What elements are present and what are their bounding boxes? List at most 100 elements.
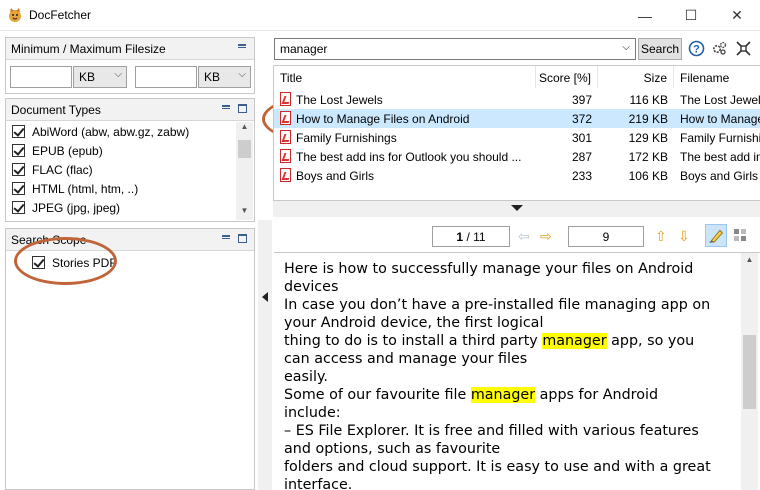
- pdf-file-icon: [280, 130, 291, 144]
- preview-scrollbar[interactable]: ▲: [741, 253, 758, 490]
- max-unit-select[interactable]: KB ⌵: [198, 66, 251, 88]
- preview-line: Some of our favourite file manager apps …: [284, 386, 734, 404]
- pdf-file-icon: [280, 92, 291, 106]
- filesize-panel: Minimum / Maximum Filesize KB ⌵ KB ⌵: [5, 37, 255, 94]
- search-input[interactable]: manager ⌵: [274, 38, 636, 60]
- table-row[interactable]: The best add ins for Outlook you should …: [274, 147, 760, 166]
- list-item[interactable]: FLAC (flac): [7, 160, 236, 179]
- html-view-icon[interactable]: [733, 228, 748, 243]
- settings-icon[interactable]: [711, 40, 728, 57]
- chevron-down-icon[interactable]: ⌵: [622, 42, 630, 53]
- result-size: 129 KB: [628, 131, 668, 145]
- collapse-left-icon[interactable]: [262, 292, 268, 302]
- scroll-up-icon[interactable]: ▲: [741, 255, 758, 269]
- minimize-panel-icon[interactable]: [222, 235, 230, 239]
- checkbox[interactable]: [12, 201, 25, 214]
- preview-line: devices: [284, 278, 734, 296]
- list-item[interactable]: HTML (html, htm, ..): [7, 179, 236, 198]
- column-header-size[interactable]: Size: [598, 66, 674, 88]
- preview-line: – ES File Explorer. It is free and fille…: [284, 422, 734, 440]
- result-score: 301: [571, 131, 592, 145]
- highlighter-icon: [709, 229, 724, 243]
- list-item-label: HTML (html, htm, ..): [32, 182, 139, 196]
- checkbox[interactable]: [12, 125, 25, 138]
- search-match-highlight: manager: [542, 333, 607, 349]
- list-item[interactable]: JPEG (jpg, jpeg): [7, 198, 236, 217]
- preview-text-segment: apps for Android: [535, 387, 659, 403]
- table-row[interactable]: Family Furnishings 301 129 KB Family Fur…: [274, 128, 760, 147]
- minimize-icon: —: [638, 7, 652, 24]
- minimize-panel-icon[interactable]: [238, 44, 246, 48]
- scope-item[interactable]: Stories PDF: [26, 253, 226, 272]
- preview-line: In case you don’t have a pre-installed f…: [284, 296, 734, 314]
- result-title: How to Manage Files on Android: [296, 112, 470, 126]
- max-unit-value: KB: [204, 70, 221, 84]
- result-score: 287: [571, 150, 592, 164]
- doc-types-scrollbar[interactable]: ▲ ▼: [236, 122, 253, 220]
- minimize-panel-icon[interactable]: [222, 105, 230, 109]
- svg-text:?: ?: [693, 44, 700, 56]
- list-item[interactable]: EPUB (epub): [7, 141, 236, 160]
- chevron-down-icon: ⌵: [238, 69, 246, 80]
- preview-line: thing to do is to install a third party …: [284, 332, 734, 350]
- preview-text-segment: folders and cloud support. It is easy to…: [284, 459, 711, 475]
- sidebar-collapse-bar[interactable]: [258, 220, 272, 490]
- min-size-input[interactable]: [10, 66, 72, 88]
- min-unit-select[interactable]: KB ⌵: [73, 66, 127, 88]
- search-button[interactable]: Search: [638, 38, 682, 60]
- preview-text-segment: can access and manage your files: [284, 351, 528, 367]
- max-size-input[interactable]: [135, 66, 197, 88]
- pdf-file-icon: [280, 168, 291, 182]
- page-indicator: 1 / 11: [432, 226, 510, 247]
- scroll-down-icon[interactable]: ▼: [236, 206, 253, 220]
- result-filename: The Lost Jewels: [680, 93, 760, 107]
- collapse-down-icon[interactable]: [511, 205, 523, 211]
- maximize-panel-icon[interactable]: [238, 234, 247, 243]
- scrollbar-thumb[interactable]: [743, 335, 756, 409]
- result-size: 116 KB: [629, 93, 668, 107]
- preview-text-segment: In case you don’t have a pre-installed f…: [284, 297, 711, 313]
- checkbox[interactable]: [12, 144, 25, 157]
- next-match-icon[interactable]: ⇩: [678, 228, 690, 244]
- preview-text-segment: include:: [284, 405, 341, 421]
- previous-match-icon[interactable]: ⇧: [655, 228, 667, 244]
- result-title: Boys and Girls: [296, 169, 375, 183]
- panel-header: Search Scope: [6, 229, 254, 251]
- scrollbar-thumb[interactable]: [238, 140, 251, 158]
- table-row[interactable]: How to Manage Files on Android 372 219 K…: [274, 109, 760, 128]
- column-header-title[interactable]: Title: [274, 66, 536, 88]
- minimize-button[interactable]: —: [622, 0, 668, 31]
- highlight-toggle-button[interactable]: [705, 224, 727, 247]
- preview-text-segment: interface.: [284, 477, 353, 490]
- results-preview-splitter[interactable]: [273, 201, 760, 217]
- scope-item-label: Stories PDF: [52, 256, 117, 270]
- search-scope-panel: Search Scope Stories PDF: [5, 228, 255, 490]
- table-row[interactable]: The Lost Jewels 397 116 KB The Lost Jewe…: [274, 90, 760, 109]
- column-header-filename[interactable]: Filename: [674, 66, 760, 88]
- result-size: 172 KB: [628, 150, 668, 164]
- compact-view-icon[interactable]: [735, 40, 752, 57]
- checkbox[interactable]: [12, 182, 25, 195]
- preview-line: can access and manage your files: [284, 350, 734, 368]
- preview-line: and options, such as favourite: [284, 440, 734, 458]
- maximize-panel-icon[interactable]: [238, 104, 247, 113]
- table-row[interactable]: Boys and Girls 233 106 KB Boys and Girls: [274, 166, 760, 185]
- next-page-icon[interactable]: ⇨: [540, 228, 552, 244]
- preview-text[interactable]: Here is how to successfully manage your …: [284, 260, 734, 490]
- checkbox[interactable]: [12, 163, 25, 176]
- checkbox[interactable]: [32, 256, 45, 269]
- preview-text-segment: your Android device, the first logical: [284, 315, 544, 331]
- previous-page-icon[interactable]: ⇦: [518, 228, 530, 244]
- list-item[interactable]: AbiWord (abw, abw.gz, zabw): [7, 122, 236, 141]
- result-score: 397: [571, 93, 592, 107]
- preview-line: folders and cloud support. It is easy to…: [284, 458, 734, 476]
- column-header-score[interactable]: Score [%]: [536, 66, 598, 88]
- scroll-up-icon[interactable]: ▲: [236, 122, 253, 136]
- maximize-button[interactable]: ☐: [668, 0, 714, 31]
- help-icon[interactable]: ?: [688, 40, 705, 57]
- close-button[interactable]: ✕: [714, 0, 760, 31]
- list-item-label: EPUB (epub): [32, 144, 103, 158]
- preview-line: easily.: [284, 368, 734, 386]
- preview-text-segment: thing to do is to install a third party: [284, 333, 543, 349]
- title-bar: DocFetcher — ☐ ✕: [0, 0, 760, 31]
